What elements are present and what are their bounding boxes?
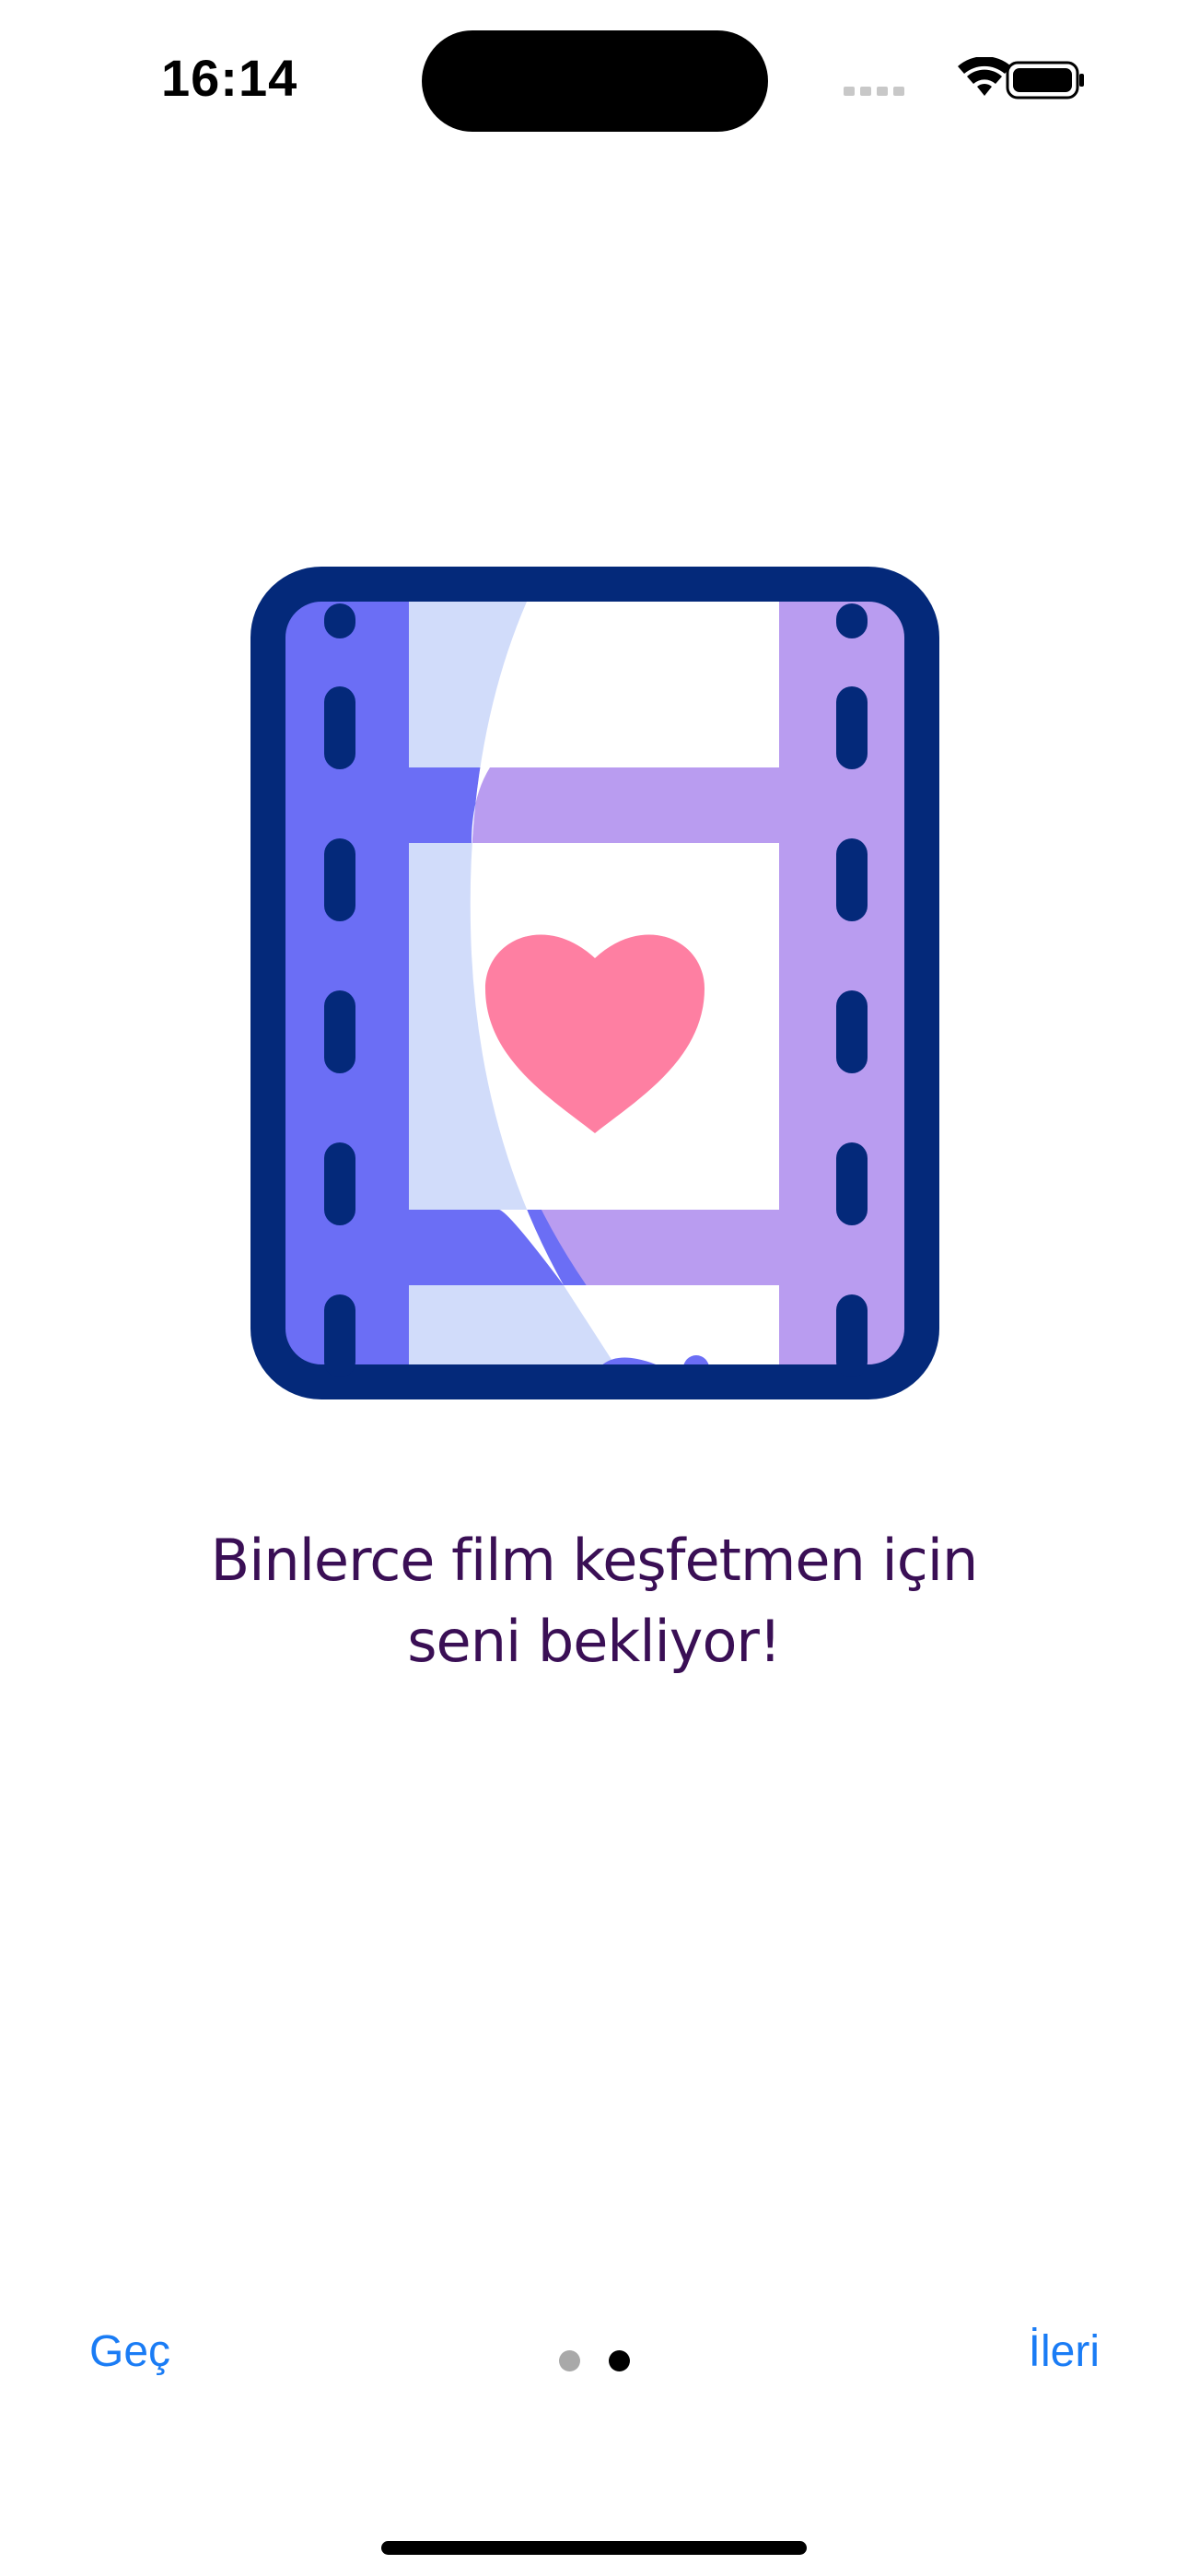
message-line-1: Binlerce film keşfetmen için (210, 1527, 979, 1594)
onboarding-navigation: Geç İleri (0, 2308, 1188, 2409)
cellular-signal-icon (844, 87, 904, 96)
film-strip-heart-illustration (250, 567, 939, 1399)
battery-icon (1006, 61, 1084, 100)
skip-button[interactable]: Geç (89, 2326, 170, 2377)
status-bar: 16:14 (0, 0, 1188, 157)
page-dot-2[interactable] (609, 2350, 630, 2371)
status-icons (844, 56, 1085, 103)
next-button[interactable]: İleri (1029, 2326, 1100, 2377)
home-indicator[interactable] (381, 2541, 807, 2555)
wifi-icon (958, 56, 1011, 96)
page-dot-1[interactable] (559, 2350, 580, 2371)
status-time: 16:14 (161, 49, 298, 107)
onboarding-message: Binlerce film keşfetmen için seni bekliy… (134, 1520, 1054, 1682)
film-strip-heart-icon (250, 567, 939, 1399)
message-line-2: seni bekliyor! (407, 1608, 782, 1675)
dynamic-island (422, 30, 768, 132)
page-indicator[interactable] (559, 2350, 633, 2372)
